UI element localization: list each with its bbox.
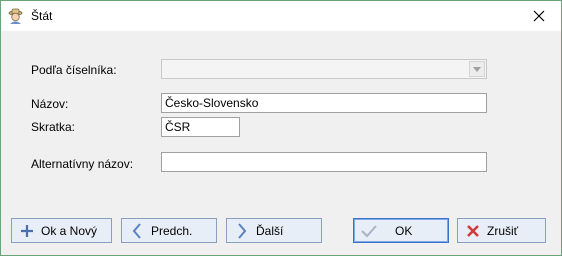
dalsi-button[interactable]: Ďalší	[226, 218, 322, 243]
skratka-label: Skratka:	[31, 120, 76, 134]
dialog-content: Podľa číselníka: Názov: Skratka: Alterna…	[1, 31, 561, 255]
dropdown-arrow-button[interactable]	[469, 61, 485, 77]
x-cancel-icon	[464, 222, 482, 240]
person-with-hat-icon	[8, 8, 23, 24]
podla-ciselnika-combo[interactable]	[161, 59, 487, 79]
ok-button[interactable]: OK	[353, 218, 449, 243]
predch-button[interactable]: Predch.	[121, 218, 217, 243]
dialog-window: Štát Podľa číselníka: Názov: Skratka: Al…	[0, 0, 562, 256]
ok-a-novy-label: Ok a Nový	[41, 223, 98, 238]
zrusit-label: Zrušiť	[487, 223, 519, 238]
alternativny-nazov-field[interactable]	[161, 152, 487, 172]
close-icon	[533, 10, 545, 21]
chevron-right-icon	[233, 222, 251, 240]
ok-label: OK	[395, 223, 413, 238]
chevron-down-icon	[473, 66, 481, 72]
zrusit-button[interactable]: Zrušiť	[457, 218, 546, 243]
checkmark-icon	[360, 222, 378, 240]
dalsi-label: Ďalší	[256, 223, 284, 238]
nazov-label: Názov:	[31, 97, 69, 111]
nazov-field[interactable]	[161, 93, 487, 113]
alternativny-nazov-label: Alternatívny názov:	[31, 157, 134, 171]
window-title: Štát	[31, 9, 53, 23]
chevron-left-icon	[128, 222, 146, 240]
close-button[interactable]	[517, 1, 561, 30]
podla-ciselnika-label: Podľa číselníka:	[31, 63, 117, 77]
skratka-field[interactable]	[161, 117, 240, 137]
plus-icon	[18, 222, 36, 240]
title-bar: Štát	[1, 1, 561, 31]
predch-label: Predch.	[151, 223, 193, 238]
ok-a-novy-button[interactable]: Ok a Nový	[11, 218, 112, 243]
